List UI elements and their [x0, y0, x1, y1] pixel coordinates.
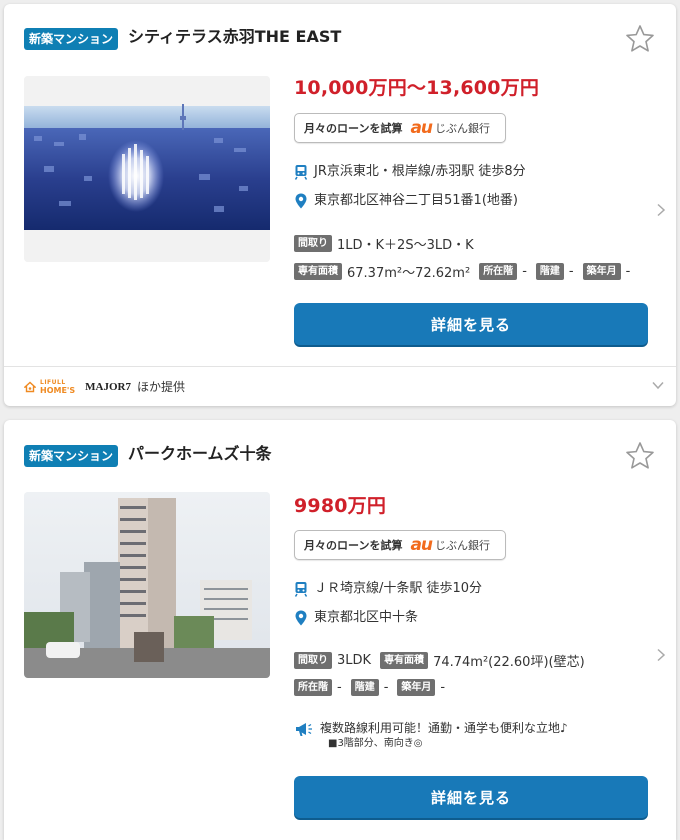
built-date-tag: 築年月 [582, 263, 621, 280]
chevron-down-icon[interactable] [652, 381, 664, 390]
station-row: JR京浜東北・根岸線/赤羽駅 徒歩8分 [294, 163, 526, 181]
layout-value: 1LD・K＋2S～3LD・K [337, 238, 474, 253]
address-row: 東京都北区中十条 [294, 609, 418, 627]
favorite-star-icon[interactable] [625, 24, 655, 54]
promo-comment: 複数路線利用可能！通勤・通学も便利な立地♪ ■3階部分、南向き◎ [294, 720, 568, 752]
loan-simulation-button[interactable]: 月々のローンを試算 au じぶん銀行 [294, 113, 506, 143]
promo-main-text: 複数路線利用可能！通勤・通学も便利な立地♪ [320, 721, 568, 735]
chevron-right-icon[interactable] [656, 203, 666, 217]
provider-footer[interactable]: LIFULL HOME'S MAJOR7 ほか提供 [4, 366, 676, 406]
area-tag: 専有面積 [294, 263, 342, 280]
property-photo[interactable] [24, 76, 270, 262]
train-icon [294, 582, 308, 597]
spec-row-details: 専有面積 67.37m²～72.62m² 所在階 - 階建 - 築年月 - [294, 262, 630, 281]
listing-card[interactable]: 新築マンション パークホームズ十条 9980万円 月々のローンを試算 au じぶ… [4, 420, 676, 840]
promo-sub-text: ■3階部分、南向き◎ [328, 738, 423, 749]
layout-value: 3LDK [337, 653, 372, 668]
train-icon [294, 165, 308, 180]
map-pin-icon [295, 193, 307, 209]
station-text: JR京浜東北・根岸線/赤羽駅 徒歩8分 [314, 164, 526, 179]
location-floor-tag: 所在階 [479, 263, 518, 280]
lifull-homes-logo: LIFULL HOME'S [40, 378, 76, 395]
address-text: 東京都北区神谷二丁目51番1(地番) [314, 193, 518, 208]
loan-label: 月々のローンを試算 [304, 539, 403, 552]
floors-value: - [383, 680, 389, 695]
location-floor-value: - [337, 680, 342, 695]
built-date-value: - [440, 680, 446, 695]
location-floor-tag: 所在階 [294, 679, 332, 696]
loan-simulation-button[interactable]: 月々のローンを試算 au じぶん銀行 [294, 530, 506, 560]
megaphone-icon [296, 723, 312, 736]
listing-card[interactable]: 新築マンション シティテラス赤羽THE EAST 10,000万円～13,600… [4, 4, 676, 406]
listing-title[interactable]: パークホームズ十条 [128, 443, 272, 465]
view-details-button[interactable]: 詳細を見る [294, 303, 648, 345]
listing-title[interactable]: シティテラス赤羽THE EAST [128, 26, 341, 48]
address-row: 東京都北区神谷二丁目51番1(地番) [294, 192, 518, 210]
favorite-star-icon[interactable] [625, 441, 655, 471]
loan-label: 月々のローンを試算 [304, 122, 403, 135]
built-date-value: - [625, 264, 631, 279]
station-row: ＪＲ埼京線/十条駅 徒歩10分 [294, 580, 482, 598]
station-text: ＪＲ埼京線/十条駅 徒歩10分 [314, 581, 483, 596]
view-details-button[interactable]: 詳細を見る [294, 776, 648, 818]
bank-name: じぶん銀行 [435, 122, 491, 135]
city-view-image [24, 76, 270, 262]
new-mansion-badge: 新築マンション [24, 445, 119, 467]
address-text: 東京都北区中十条 [314, 610, 419, 625]
spec-row-layout-area: 間取り 3LDK 専有面積 74.74m²(22.60坪)(壁芯) [294, 651, 585, 670]
map-pin-icon [295, 610, 307, 626]
floors-value: - [568, 264, 574, 279]
price: 10,000万円～13,600万円 [294, 77, 540, 99]
layout-tag: 間取り [294, 235, 332, 252]
major7-logo: MAJOR7 [85, 380, 131, 393]
spec-row-layout: 間取り 1LD・K＋2S～3LD・K [294, 234, 474, 253]
new-mansion-badge: 新築マンション [24, 28, 119, 50]
property-photo[interactable] [24, 492, 270, 678]
price: 9980万円 [294, 495, 387, 517]
lifull-logo-icon [24, 381, 36, 392]
building-exterior-image [24, 492, 270, 678]
area-value: 67.37m²～72.62m² [347, 266, 471, 281]
au-logo: au [410, 118, 433, 138]
location-floor-value: - [522, 264, 527, 279]
layout-tag: 間取り [294, 652, 332, 669]
floors-tag: 階建 [350, 679, 379, 696]
area-value: 74.74m²(22.60坪)(壁芯) [433, 655, 585, 670]
bank-name: じぶん銀行 [435, 539, 491, 552]
provided-by-text: ほか提供 [136, 380, 185, 394]
built-date-tag: 築年月 [397, 679, 436, 696]
chevron-right-icon[interactable] [656, 648, 666, 662]
area-tag: 専有面積 [380, 652, 429, 669]
floors-tag: 階建 [535, 263, 564, 280]
spec-row-details: 所在階 - 階建 - 築年月 - [294, 679, 445, 696]
au-logo: au [410, 535, 433, 555]
